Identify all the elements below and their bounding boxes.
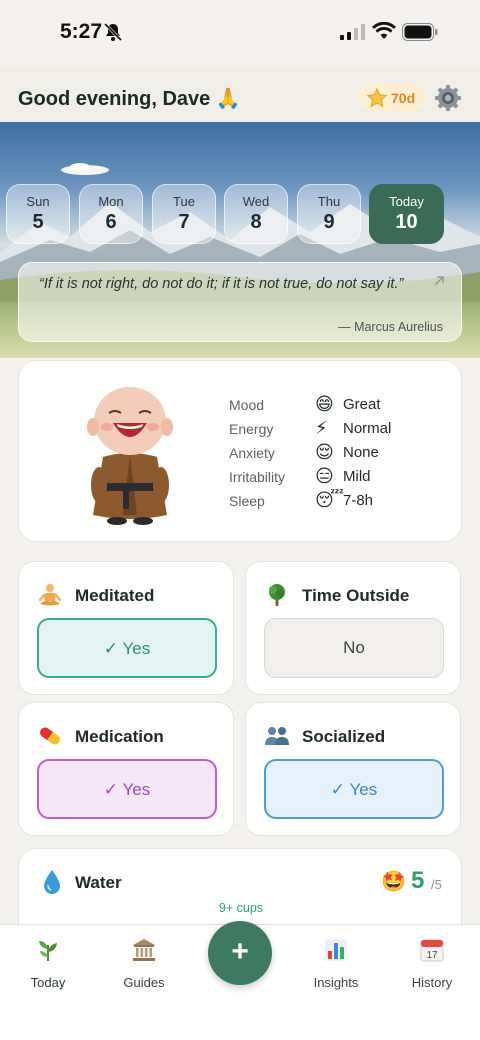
day-pill-tue[interactable]: Tue 7	[152, 184, 216, 244]
relieved-face-icon: 😌	[315, 442, 334, 462]
metric-value: None	[343, 444, 379, 461]
habit-card-socialized: Socialized ✓ Yes	[245, 702, 461, 836]
habit-card-meditated: Meditated ✓ Yes	[18, 561, 234, 695]
day-name: Mon	[98, 194, 124, 209]
quote-author: — Marcus Aurelius	[338, 320, 443, 334]
quote-card[interactable]: “If it is not right, do not do it; if it…	[18, 262, 462, 342]
day-pill-sun[interactable]: Sun 5	[6, 184, 70, 244]
meditated-yes-button[interactable]: ✓ Yes	[37, 618, 217, 678]
metric-label: Anxiety	[229, 445, 275, 461]
people-icon	[265, 727, 289, 745]
water-count: 5	[411, 867, 425, 894]
mood-metric-anxiety: Anxiety 😌 None	[229, 441, 449, 465]
metric-value: 7-8h	[343, 492, 374, 509]
day-name: Sun	[26, 194, 50, 209]
water-goal: /5	[431, 877, 442, 892]
bottom-tab-bar: Today Guides + Insights 17 History	[0, 921, 480, 1040]
classical-building-icon	[133, 939, 155, 961]
metric-value: Great	[343, 396, 381, 413]
battery-icon	[402, 23, 438, 41]
water-cups-label: 9+ cups	[218, 901, 264, 915]
habit-card-time-outside: Time Outside No	[245, 561, 461, 695]
tab-label: History	[411, 975, 453, 990]
star-icon	[366, 87, 388, 108]
cellular-signal-icon	[340, 24, 365, 40]
tab-history[interactable]: 17 History	[392, 935, 472, 995]
hero-banner: Sun 5 Mon 6 Tue 7 Wed 8 Thu 9 Today 10 “…	[0, 122, 480, 358]
day-number: 10	[395, 211, 418, 233]
day-number: 9	[323, 211, 335, 233]
app-header: Good evening, Dave 🙏 70d	[0, 66, 480, 122]
habit-card-medication: Medication ✓ Yes	[18, 702, 234, 836]
streak-badge[interactable]: 70d	[358, 84, 426, 112]
water-drop-icon	[44, 870, 60, 894]
pill-icon	[40, 727, 60, 745]
tree-icon	[269, 584, 285, 606]
tab-today[interactable]: Today	[8, 935, 88, 995]
metric-value: Mild	[343, 468, 371, 485]
monk-mascot-icon	[87, 387, 173, 525]
add-entry-button[interactable]: +	[208, 921, 272, 985]
svg-text:17: 17	[426, 950, 438, 961]
time-outside-no-button[interactable]: No	[264, 618, 444, 678]
status-time: 5:27	[60, 20, 103, 43]
gear-icon[interactable]	[434, 84, 462, 112]
tab-guides[interactable]: Guides	[104, 935, 184, 995]
metric-label: Energy	[229, 421, 274, 437]
mood-summary-card[interactable]: Mood 😄 Great Energy ⚡ Normal Anxiety 😌 N…	[18, 360, 462, 542]
socialized-yes-button[interactable]: ✓ Yes	[264, 759, 444, 819]
quote-text: “If it is not right, do not do it; if it…	[39, 276, 404, 292]
metric-label: Irritability	[229, 469, 286, 485]
mood-metric-energy: Energy ⚡ Normal	[229, 417, 449, 441]
cloud-decoration	[61, 163, 109, 175]
day-pill-mon[interactable]: Mon 6	[79, 184, 143, 244]
tab-label: Insights	[313, 975, 359, 990]
tab-label: Today	[30, 975, 66, 990]
day-pill-today[interactable]: Today 10	[369, 184, 444, 244]
day-name: Wed	[242, 194, 270, 209]
tab-insights[interactable]: Insights	[296, 935, 376, 995]
wifi-icon	[372, 22, 396, 39]
status-bar: 5:27	[0, 0, 480, 66]
streak-count: 70d	[391, 90, 416, 106]
day-number: 8	[250, 211, 262, 233]
expand-arrow-icon[interactable]	[433, 275, 445, 287]
grinning-face-icon: 😄	[315, 394, 334, 414]
day-name: Today	[389, 194, 424, 209]
day-pill-wed[interactable]: Wed 8	[224, 184, 288, 244]
day-number: 7	[178, 211, 190, 233]
medication-yes-button[interactable]: ✓ Yes	[37, 759, 217, 819]
day-number: 5	[32, 211, 44, 233]
bell-off-icon	[103, 22, 123, 42]
leaf-icon	[39, 941, 57, 961]
day-pill-thu[interactable]: Thu 9	[297, 184, 361, 244]
calendar-icon: 17	[420, 939, 444, 962]
lightning-icon: ⚡	[315, 418, 328, 438]
day-name: Tue	[173, 194, 195, 209]
mood-metric-sleep: Sleep 😴 7-8h	[229, 489, 449, 513]
day-number: 6	[105, 211, 117, 233]
metric-value: Normal	[343, 420, 392, 437]
greeting-title: Good evening, Dave 🙏	[18, 88, 241, 110]
habit-title: Time Outside	[302, 586, 410, 605]
day-name: Thu	[317, 194, 341, 209]
meditation-icon	[38, 584, 62, 606]
mood-metric-irritability: Irritability 😑 Mild	[229, 465, 449, 489]
metric-label: Sleep	[229, 493, 265, 509]
mood-metric-mood: Mood 😄 Great	[229, 393, 449, 417]
star-struck-face-icon: 🤩	[381, 871, 406, 893]
water-title: Water	[75, 873, 122, 892]
metric-label: Mood	[229, 397, 265, 413]
sleeping-face-icon: 😴	[315, 490, 344, 510]
habit-title: Medication	[75, 727, 164, 746]
expressionless-face-icon: 😑	[315, 466, 334, 486]
habit-title: Socialized	[302, 727, 386, 746]
bar-chart-icon	[325, 939, 347, 961]
habit-title: Meditated	[75, 586, 155, 605]
tab-label: Guides	[123, 975, 165, 990]
